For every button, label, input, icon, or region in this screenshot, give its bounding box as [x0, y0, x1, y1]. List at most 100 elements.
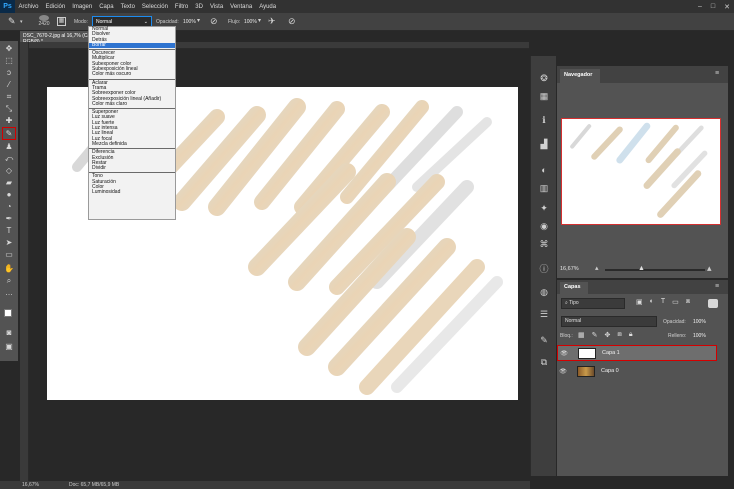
flow-dropdown-icon[interactable]: ▾ [258, 17, 261, 24]
status-zoom[interactable]: 16,67% [22, 482, 39, 488]
shape-icon[interactable]: ▭ [3, 249, 15, 260]
filter-type-icon[interactable]: T [661, 298, 665, 306]
lock-all-icon[interactable]: 🔒︎ [629, 331, 633, 339]
fill-value[interactable]: 100% [693, 333, 706, 339]
blend-option-dividir[interactable]: Dividir [89, 165, 175, 171]
layer-filter-select[interactable]: ⌕ Tipo [561, 298, 625, 309]
properties-icon[interactable]: ⓘ [538, 262, 550, 274]
zoom-in-icon[interactable]: ▴ [707, 263, 712, 274]
lock-pixels-icon[interactable]: ✎ [592, 331, 598, 339]
styles-icon[interactable]: ✦ [538, 202, 550, 214]
menu-3d[interactable]: 3D [192, 4, 207, 10]
dodge-icon[interactable]: ◔ [3, 201, 15, 212]
blend-option-color-mas-claro[interactable]: Color más claro [89, 101, 175, 107]
marquee-icon[interactable]: ⬚ [3, 55, 15, 66]
navigator-zoom-value[interactable]: 16,67% [560, 266, 579, 272]
menu-archivo[interactable]: Archivo [15, 4, 42, 10]
maximize-button[interactable]: □ [711, 3, 715, 10]
filter-pixel-icon[interactable]: ▣ [636, 298, 643, 306]
eye-icon[interactable]: 👁︎ [558, 350, 570, 357]
stamp-icon[interactable]: ♟ [3, 141, 15, 152]
menu-capa[interactable]: Capa [96, 4, 117, 10]
eyedropper-icon[interactable]: ⤡ [3, 103, 15, 114]
lock-transparency-icon[interactable]: ▦ [578, 331, 585, 339]
brush-tool-preset-icon[interactable]: ✎ [8, 16, 16, 27]
more-tools-icon[interactable]: … [3, 287, 15, 298]
adjustments-icon[interactable]: ◐ [538, 164, 550, 176]
swatches-icon[interactable]: ▥ [538, 182, 550, 194]
blend-mode-dropdown[interactable]: Normal Disolver Detrás Borrar Oscurecer … [88, 26, 176, 220]
screen-mode-icon[interactable]: ▣ [3, 341, 15, 352]
menu-filtro[interactable]: Filtro [171, 4, 191, 10]
healing-icon[interactable]: ✚ [3, 115, 15, 126]
layer-comps-icon[interactable]: ◍ [538, 286, 550, 298]
tab-navigator[interactable]: Navegador [560, 69, 600, 83]
zoom-slider[interactable] [605, 269, 705, 271]
filter-toggle[interactable] [708, 299, 718, 308]
layers-menu-icon[interactable]: ≡ [715, 283, 719, 290]
adjust-sliders-icon[interactable]: ☰ [538, 308, 550, 320]
lock-artboard-icon[interactable]: ⧈ [617, 331, 621, 339]
airbrush-icon[interactable]: ✈ [268, 16, 276, 27]
layer-opacity-value[interactable]: 100% [693, 319, 706, 325]
brush-presets-icon[interactable]: ✎ [538, 334, 550, 346]
info-icon[interactable]: ℹ [538, 114, 550, 126]
blend-option-luminosidad[interactable]: Luminosidad [89, 190, 175, 196]
layer-row-capa-1[interactable]: 👁︎ Capa 1 [557, 345, 717, 361]
menu-vista[interactable]: Vista [206, 4, 226, 10]
blend-option-mezcla-definida[interactable]: Mezcla definida [89, 141, 175, 147]
paths-icon[interactable]: ⌘ [538, 238, 550, 250]
blend-option-color-mas-oscuro[interactable]: Color más oscuro [89, 72, 175, 78]
levels-icon[interactable]: ▟ [538, 138, 550, 150]
minimize-button[interactable]: – [698, 3, 702, 10]
clone-source-icon[interactable]: ⧉ [538, 356, 550, 368]
history-brush-icon[interactable]: ⤺ [3, 153, 15, 164]
blur-icon[interactable]: ● [3, 189, 15, 200]
quick-mask-icon[interactable]: ◙ [3, 327, 15, 338]
quick-select-icon[interactable]: ⁄ [3, 79, 15, 90]
3d-icon[interactable]: ❂ [538, 72, 550, 84]
crop-icon[interactable]: ⌗ [3, 91, 15, 102]
menu-imagen[interactable]: Imagen [69, 4, 96, 10]
navigator-preview[interactable] [561, 118, 721, 225]
opacity-dropdown-icon[interactable]: ▾ [197, 17, 200, 24]
filter-adjustment-icon[interactable]: ◐ [650, 298, 654, 306]
flow-value[interactable]: 100% [244, 19, 257, 25]
menu-edicion[interactable]: Edición [42, 4, 69, 10]
layer-name[interactable]: Capa 1 [602, 350, 620, 356]
layer-row-capa-0[interactable]: 👁︎ Capa 0 [557, 363, 717, 379]
brush-panel-icon[interactable]: ▦ [57, 17, 66, 26]
eraser-icon[interactable]: ◇ [3, 165, 15, 176]
preset-arrow-icon[interactable]: ▾ [20, 19, 23, 25]
pen-icon[interactable]: ✒ [3, 213, 15, 224]
opacity-value[interactable]: 100% [183, 19, 196, 25]
zoom-out-icon[interactable]: ▴ [595, 264, 599, 272]
brush-size-picker[interactable]: 2420 [34, 15, 54, 29]
navigator-menu-icon[interactable]: ≡ [715, 70, 719, 77]
color-icon[interactable]: ◉ [538, 220, 550, 232]
lock-position-icon[interactable]: ✥ [605, 331, 611, 339]
type-icon[interactable]: T [3, 225, 15, 236]
gradient-icon[interactable]: ▰ [3, 177, 15, 188]
zoom-icon[interactable]: ⌕ [3, 275, 15, 286]
close-window-button[interactable]: ✕ [724, 3, 730, 11]
filter-shape-icon[interactable]: ▭ [672, 298, 679, 306]
menu-ayuda[interactable]: Ayuda [256, 4, 280, 10]
move-icon[interactable]: ✥ [3, 43, 15, 54]
path-select-icon[interactable]: ➤ [3, 237, 15, 248]
foreground-color-swatch[interactable] [4, 309, 12, 317]
menu-texto[interactable]: Texto [117, 4, 138, 10]
layer-blend-select[interactable]: Normal [561, 316, 657, 327]
pressure-size-icon[interactable]: ⊘ [288, 16, 296, 27]
hand-icon[interactable]: ✋ [3, 263, 15, 274]
brush-icon[interactable]: ✎ [2, 127, 16, 140]
ruler-vertical[interactable] [20, 42, 29, 482]
menu-seleccion[interactable]: Selección [138, 4, 171, 10]
histogram-icon[interactable]: ▦ [538, 90, 550, 102]
eye-icon[interactable]: 👁︎ [557, 368, 569, 375]
menu-ventana[interactable]: Ventana [227, 4, 256, 10]
tab-layers[interactable]: Capas [560, 282, 588, 294]
blend-option-borrar[interactable]: Borrar [89, 42, 175, 49]
zoom-slider-handle[interactable]: ▲ [638, 265, 645, 272]
filter-smart-object-icon[interactable]: ⧈ [686, 298, 690, 306]
